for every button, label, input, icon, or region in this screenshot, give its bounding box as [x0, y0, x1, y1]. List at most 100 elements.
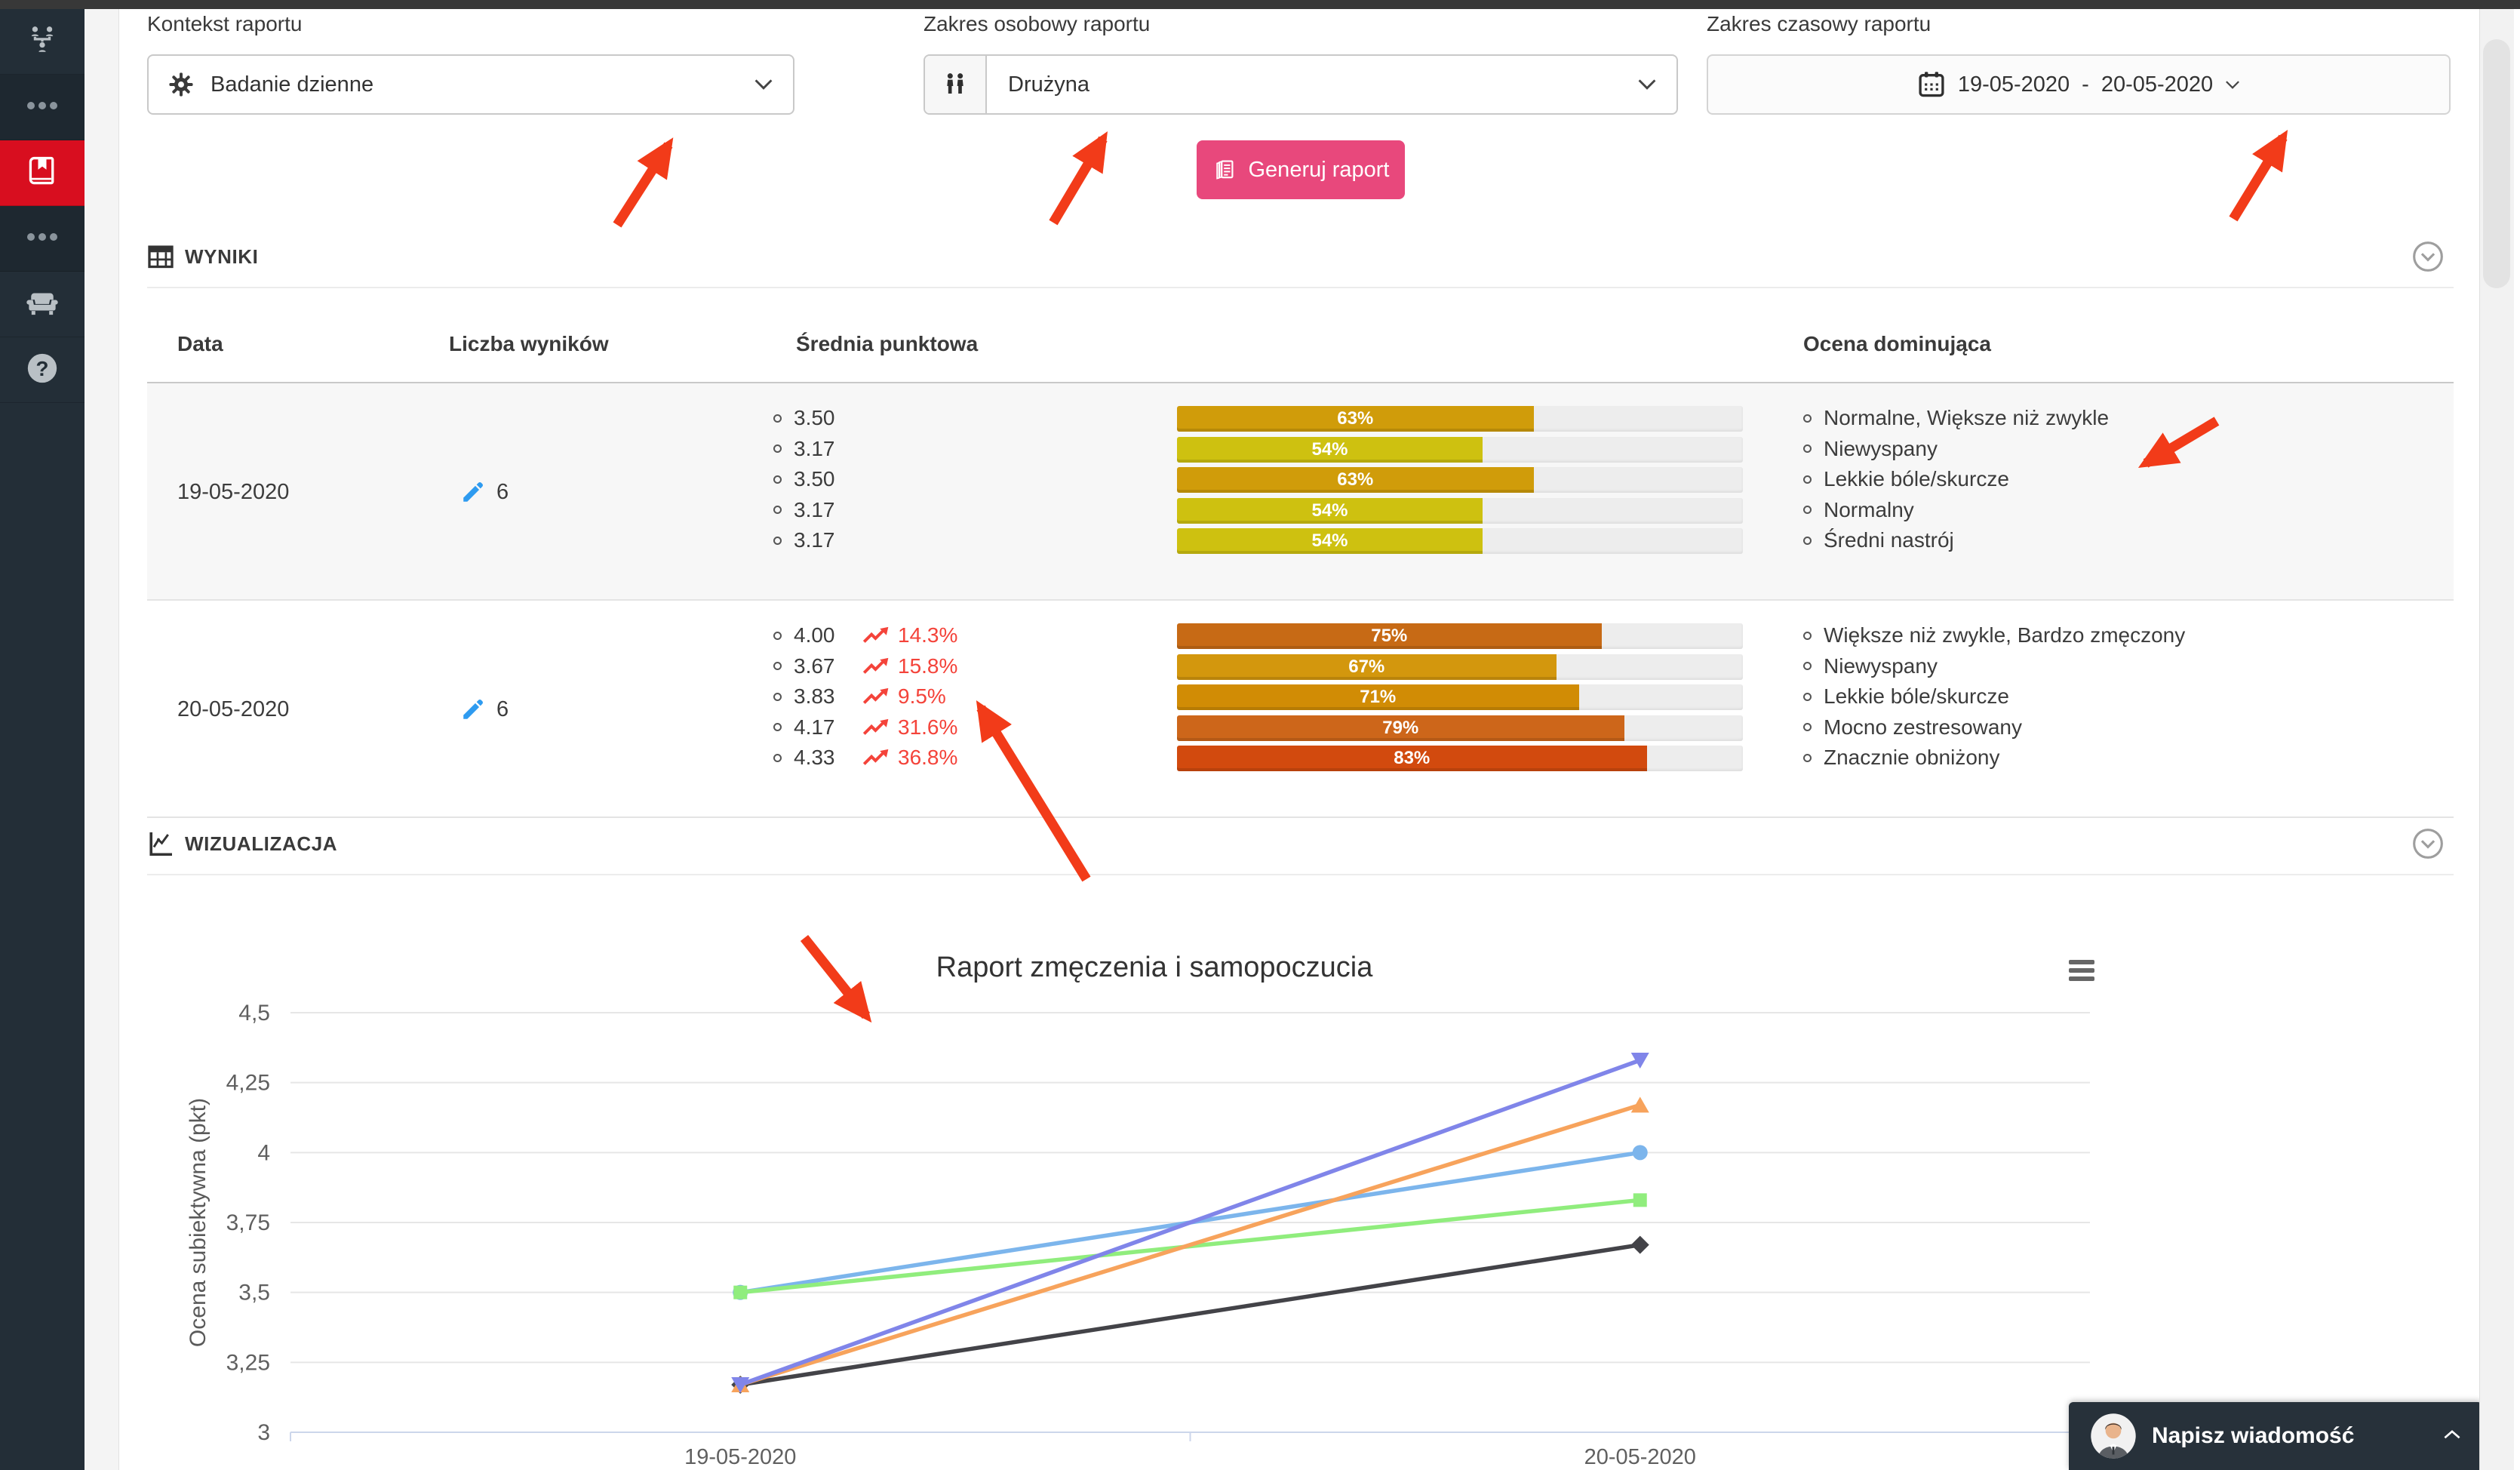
sidebar-item-more-2[interactable] [0, 206, 85, 272]
bar-percent-label: 54% [1177, 437, 1483, 463]
row-date: 20-05-2020 [177, 601, 289, 818]
personal-label: Zakres osobowy raportu [923, 12, 1150, 36]
dominant-item: Średni nastrój [1803, 525, 2109, 556]
bar-fill: 63% [1177, 467, 1534, 493]
x-tick-label: 19-05-2020 [684, 1445, 796, 1469]
bar-percent-label: 67% [1177, 654, 1557, 680]
results-collapse-button[interactable] [2411, 240, 2445, 273]
dominant-text: Lekkie bóle/skurcze [1824, 467, 2009, 491]
score-value: 3.50 [794, 467, 851, 491]
visualization-section-title: WIZUALIZACJA [185, 832, 337, 856]
score-line: 3.6715.8% [773, 651, 957, 682]
chart-marker-triangle-up [1631, 1096, 1649, 1112]
trend-percent: 36.8% [898, 746, 957, 770]
results-divider [147, 287, 2454, 288]
org-chart-icon [25, 23, 60, 61]
score-value: 3.17 [794, 498, 851, 522]
bullet-icon [773, 723, 782, 731]
chart-series-line [740, 1245, 1640, 1385]
results-section-title: WYNIKI [185, 245, 258, 269]
dominant-item: Normalne, Większe niż zwykle [1803, 403, 2109, 434]
dominant-item: Niewyspany [1803, 434, 2109, 465]
bullet-icon [1803, 444, 1812, 453]
score-list: 3.503.173.503.173.17 [773, 403, 851, 556]
chevron-down-icon [754, 78, 773, 91]
bullet-icon [1803, 754, 1812, 762]
bar-fill: 54% [1177, 498, 1483, 524]
trend-up-icon [851, 657, 889, 675]
fatigue-chart: 33,253,53,7544,254,519-05-202020-05-2020… [136, 880, 2173, 1470]
dominant-text: Średni nastrój [1824, 528, 1954, 552]
dominant-text: Większe niż zwykle, Bardzo zmęczony [1824, 623, 2185, 647]
generate-report-button[interactable]: Generuj raport [1197, 140, 1405, 199]
content-gutter [85, 9, 119, 1470]
score-line: 3.17 [773, 434, 851, 465]
edit-pencil-icon[interactable] [460, 479, 486, 505]
bullet-icon [773, 414, 782, 423]
report-doc-icon [1212, 158, 1237, 182]
ellipsis-icon [26, 232, 59, 245]
page-scrollbar[interactable] [2479, 9, 2514, 1470]
score-line: 4.1731.6% [773, 712, 957, 743]
context-select[interactable]: Badanie dzienne [147, 54, 794, 115]
svg-text:?: ? [36, 356, 49, 380]
bar-fill: 63% [1177, 406, 1534, 432]
trend-up-icon [851, 687, 889, 706]
bar-track: 67% [1177, 654, 1743, 680]
visualization-collapse-button[interactable] [2411, 827, 2445, 860]
dominant-item: Normalny [1803, 495, 2109, 526]
bullet-icon [773, 662, 782, 670]
book-icon [26, 155, 59, 192]
sidebar-item-reports[interactable] [0, 140, 85, 206]
y-tick-label: 3,5 [238, 1281, 270, 1305]
personal-select-value: Drużyna [1008, 72, 1089, 97]
bar-track: 71% [1177, 684, 1743, 710]
score-value: 3.67 [794, 654, 851, 678]
date-range-picker[interactable]: 19-05-2020 - 20-05-2020 [1707, 54, 2451, 115]
chat-widget[interactable]: Napisz wiadomość [2069, 1402, 2482, 1470]
score-value: 3.50 [794, 406, 851, 430]
trend-percent: 14.3% [898, 623, 957, 647]
dominant-list: Normalne, Większe niż zwykle NiewyspanyLe… [1803, 403, 2109, 556]
bar-percent-label: 71% [1177, 684, 1579, 710]
column-header-dominant: Ocena dominująca [1803, 332, 1991, 356]
chat-label: Napisz wiadomość [2152, 1423, 2354, 1449]
sidebar-item-more-1[interactable] [0, 75, 85, 140]
gear-icon [168, 72, 194, 97]
dominant-text: Normalne, Większe niż zwykle [1824, 406, 2109, 430]
ellipsis-icon [26, 100, 59, 114]
score-list: 4.0014.3%3.6715.8%3.839.5%4.1731.6%4.333… [773, 620, 957, 773]
bullet-icon [773, 537, 782, 545]
trend-percent: 31.6% [898, 715, 957, 740]
sidebar-item-structure[interactable] [0, 9, 85, 75]
bullet-icon [773, 444, 782, 453]
report-page: ? Kontekst raportu Badanie dzienne Zakre… [0, 0, 2520, 1470]
bar-fill: 54% [1177, 437, 1483, 463]
bullet-icon [773, 754, 782, 762]
chevron-up-icon [2443, 1428, 2461, 1444]
bar-track: 83% [1177, 746, 1743, 771]
bullet-icon [1803, 537, 1812, 545]
trend-up-icon [851, 749, 889, 767]
y-tick-label: 3,75 [226, 1210, 270, 1235]
chart-title: Raport zmęczenia i samopoczucia [936, 952, 1374, 983]
bar-track: 79% [1177, 715, 1743, 741]
scrollbar-thumb[interactable] [2483, 39, 2510, 288]
bar-percent-label: 54% [1177, 528, 1483, 554]
score-value: 3.17 [794, 528, 851, 552]
bar-percent-label: 83% [1177, 746, 1647, 771]
bar-track: 63% [1177, 467, 1743, 493]
personal-select[interactable]: Drużyna [923, 54, 1678, 115]
chart-menu-icon[interactable] [2069, 960, 2094, 981]
edit-pencil-icon[interactable] [460, 697, 486, 722]
sidebar-item-lounge[interactable] [0, 272, 85, 337]
sidebar-item-help[interactable]: ? [0, 337, 85, 403]
score-value: 4.33 [794, 746, 851, 770]
bullet-icon [1803, 662, 1812, 670]
bar-track: 54% [1177, 528, 1743, 554]
column-header-count: Liczba wyników [449, 332, 609, 356]
bullet-icon [1803, 414, 1812, 423]
bar-fill: 79% [1177, 715, 1624, 741]
bar-track: 63% [1177, 406, 1743, 432]
bar-fill: 71% [1177, 684, 1579, 710]
